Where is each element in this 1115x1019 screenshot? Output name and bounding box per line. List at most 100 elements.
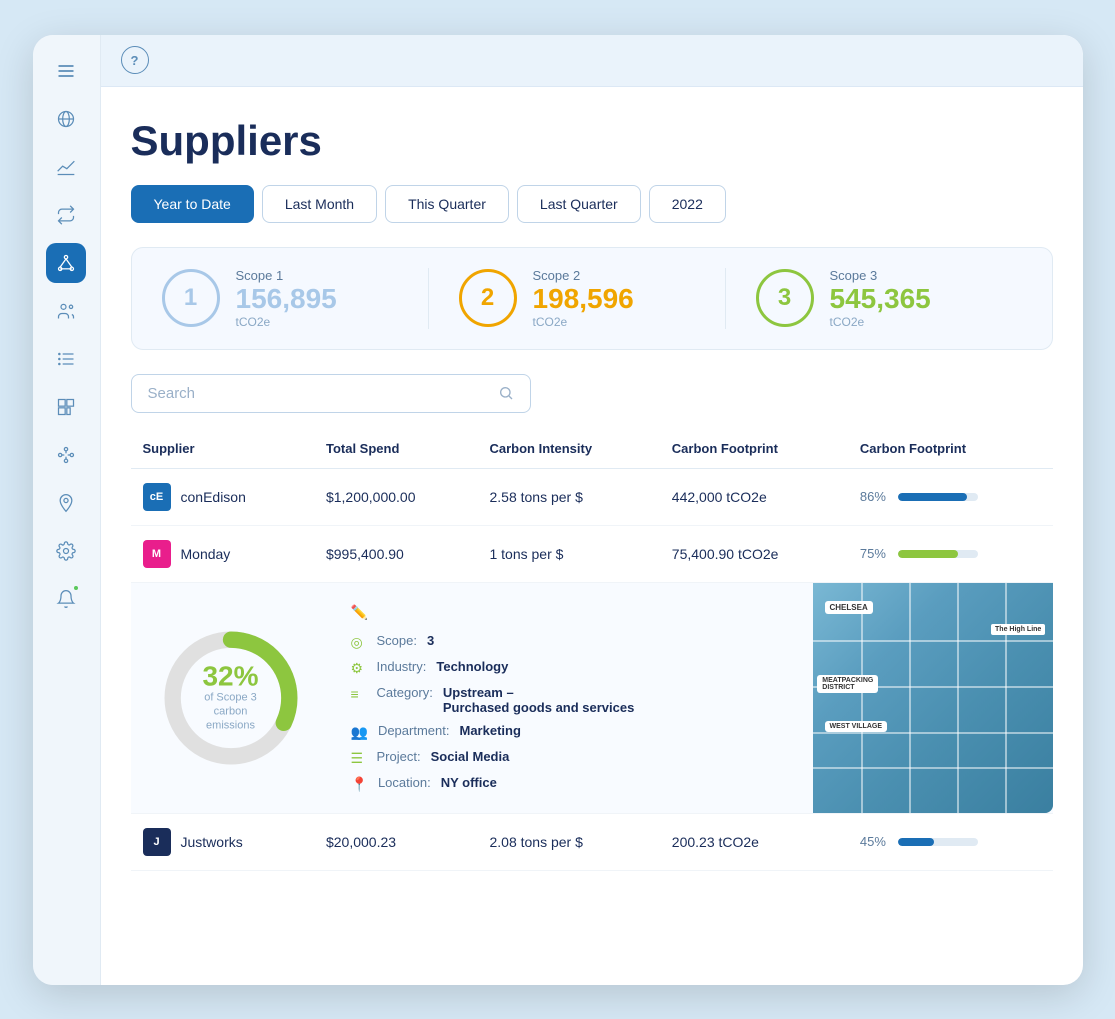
carbon-intensity: 2.58 tons per $ [477, 468, 659, 525]
scope-2-circle: 2 [459, 269, 517, 327]
scope-icon: ◎ [351, 634, 367, 651]
bar-fill [898, 493, 967, 501]
bar-fill [898, 550, 958, 558]
map-label-chelsea: CHELSEA [825, 601, 873, 614]
col-supplier: Supplier [131, 433, 314, 469]
bar-pct: 75% [860, 546, 890, 561]
sidebar-item-people[interactable] [46, 291, 86, 331]
detail-location: 📍 Location: NY office [351, 775, 793, 793]
app-container: ? Suppliers Year to Date Last Month This… [33, 35, 1083, 985]
scope-2-unit: tCO2e [533, 315, 634, 329]
bar-track [898, 550, 978, 558]
content-area: Suppliers Year to Date Last Month This Q… [101, 87, 1083, 985]
sidebar-item-location[interactable] [46, 483, 86, 523]
filter-last-month[interactable]: Last Month [262, 185, 377, 223]
carbon-intensity: 1 tons per $ [477, 525, 659, 582]
scope-cards: 1 Scope 1 156,895 tCO2e 2 Scope 2 198,59… [131, 247, 1053, 350]
scope-1-label: Scope 1 [236, 268, 337, 283]
filter-year-to-date[interactable]: Year to Date [131, 185, 254, 223]
supplier-name: conEdison [181, 489, 246, 505]
sidebar-item-globe[interactable] [46, 99, 86, 139]
supplier-logo: J [143, 828, 171, 856]
donut-center: 32% of Scope 3carbon emissions [196, 662, 266, 733]
main-content: ? Suppliers Year to Date Last Month This… [101, 35, 1083, 985]
dept-icon: 👥 [351, 724, 368, 741]
industry-value: Technology [436, 659, 508, 674]
detail-scope: ◎ Scope: 3 [351, 633, 793, 651]
total-spend: $1,200,000.00 [314, 468, 478, 525]
filter-this-quarter[interactable]: This Quarter [385, 185, 509, 223]
scope-1-value: 156,895 [236, 285, 337, 313]
sidebar [33, 35, 101, 985]
donut-label: of Scope 3carbon emissions [196, 690, 266, 733]
sidebar-item-layout[interactable] [46, 387, 86, 427]
sidebar-item-connections[interactable] [46, 435, 86, 475]
col-carbon-intensity: Carbon Intensity [477, 433, 659, 469]
carbon-footprint: 200.23 tCO2e [660, 813, 848, 870]
sidebar-item-settings[interactable] [46, 531, 86, 571]
filter-last-quarter[interactable]: Last Quarter [517, 185, 641, 223]
total-spend: $20,000.23 [314, 813, 478, 870]
scope-3-info: Scope 3 545,365 tCO2e [830, 268, 931, 329]
total-spend: $995,400.90 [314, 525, 478, 582]
table-row[interactable]: M Monday $995,400.90 1 tons per $ 75,400… [131, 525, 1053, 582]
supplier-name-cell: cE conEdison [143, 483, 302, 511]
table-row[interactable]: J Justworks $20,000.23 2.08 tons per $ 2… [131, 813, 1053, 870]
dept-value: Marketing [459, 723, 520, 738]
search-input[interactable] [148, 385, 498, 402]
scope-3-label: Scope 3 [830, 268, 931, 283]
bar-fill [898, 838, 934, 846]
map-label-meatpacking: MEATPACKINGDISTRICT [817, 675, 878, 693]
bar-track [898, 838, 978, 846]
search-wrapper[interactable] [131, 374, 531, 413]
detail-industry: ⚙ Industry: Technology [351, 659, 793, 677]
project-icon: ☰ [351, 750, 367, 767]
scope-3-circle: 3 [756, 269, 814, 327]
bar-container: 86% [860, 489, 1041, 504]
col-total-spend: Total Spend [314, 433, 478, 469]
edit-icon[interactable]: ✏️ [351, 604, 368, 621]
sidebar-item-menu[interactable] [46, 51, 86, 91]
col-carbon-footprint: Carbon Footprint [660, 433, 848, 469]
filter-2022[interactable]: 2022 [649, 185, 726, 223]
carbon-footprint: 442,000 tCO2e [660, 468, 848, 525]
expanded-cell: 32% of Scope 3carbon emissions ✏️ ◎ Scop… [131, 582, 1053, 813]
search-container [131, 374, 1053, 413]
supplier-logo: M [143, 540, 171, 568]
scope-1-info: Scope 1 156,895 tCO2e [236, 268, 337, 329]
bar-container: 45% [860, 834, 1041, 849]
map-section: CHELSEA MEATPACKINGDISTRICT WEST VILLAGE… [813, 583, 1053, 813]
time-filters: Year to Date Last Month This Quarter Las… [131, 185, 1053, 223]
bar-pct: 86% [860, 489, 890, 504]
location-icon: 📍 [351, 776, 368, 793]
map-label-highline: The High Line [991, 624, 1045, 635]
sidebar-item-network[interactable] [46, 243, 86, 283]
sidebar-item-notifications[interactable] [46, 579, 86, 619]
scope-1-circle: 1 [162, 269, 220, 327]
detail-edit-row: ✏️ [351, 603, 793, 621]
table-header: Supplier Total Spend Carbon Intensity Ca… [131, 433, 1053, 469]
expanded-detail-row: 32% of Scope 3carbon emissions ✏️ ◎ Scop… [131, 582, 1053, 813]
scope-2-value: 198,596 [533, 285, 634, 313]
project-value: Social Media [431, 749, 510, 764]
detail-category: ≡ Category: Upstream –Purchased goods an… [351, 685, 793, 715]
sidebar-item-chart[interactable] [46, 147, 86, 187]
table-row[interactable]: cE conEdison $1,200,000.00 2.58 tons per… [131, 468, 1053, 525]
top-bar: ? [101, 35, 1083, 87]
industry-icon: ⚙ [351, 660, 367, 677]
expanded-content: 32% of Scope 3carbon emissions ✏️ ◎ Scop… [131, 583, 1053, 813]
bar-pct: 45% [860, 834, 890, 849]
carbon-footprint: 75,400.90 tCO2e [660, 525, 848, 582]
supplier-name-cell: J Justworks [143, 828, 302, 856]
sidebar-item-loop[interactable] [46, 195, 86, 235]
sidebar-item-list[interactable] [46, 339, 86, 379]
donut-section: 32% of Scope 3carbon emissions [131, 583, 331, 813]
scope-2-card: 2 Scope 2 198,596 tCO2e [428, 268, 725, 329]
supplier-name: Monday [181, 546, 231, 562]
scope-1-card: 1 Scope 1 156,895 tCO2e [162, 268, 428, 329]
location-value: NY office [441, 775, 497, 790]
scope-3-value: 545,365 [830, 285, 931, 313]
help-button[interactable]: ? [121, 46, 149, 74]
bar-track [898, 493, 978, 501]
scope-2-label: Scope 2 [533, 268, 634, 283]
